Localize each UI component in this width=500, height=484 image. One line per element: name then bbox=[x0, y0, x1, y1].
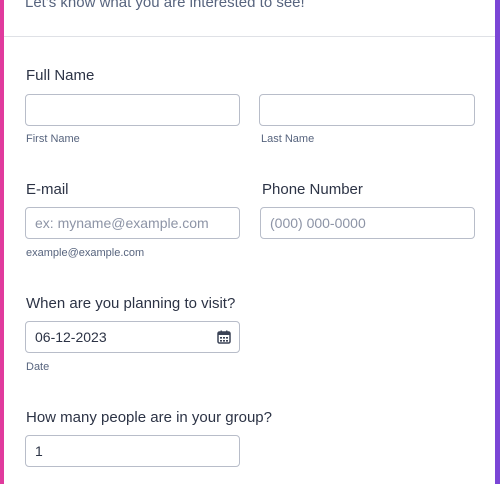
group-size-input[interactable] bbox=[25, 435, 240, 467]
form-subtitle: Let's know what you are interested to se… bbox=[25, 0, 305, 11]
right-accent-border bbox=[495, 0, 500, 484]
phone-label: Phone Number bbox=[262, 181, 363, 198]
email-label: E-mail bbox=[26, 181, 69, 198]
full-name-label: Full Name bbox=[26, 67, 95, 84]
email-sublabel: example@example.com bbox=[26, 247, 145, 259]
visit-date-label: When are you planning to visit? bbox=[26, 295, 236, 312]
first-name-input[interactable] bbox=[25, 94, 240, 126]
visit-date-value: 06-12-2023 bbox=[35, 329, 107, 345]
visit-date-sublabel: Date bbox=[26, 361, 50, 373]
email-field[interactable] bbox=[25, 207, 240, 239]
first-name-sublabel: First Name bbox=[26, 133, 80, 145]
header-divider bbox=[4, 36, 495, 37]
phone-field[interactable] bbox=[260, 207, 475, 239]
last-name-input[interactable] bbox=[259, 94, 475, 126]
calendar-icon[interactable] bbox=[217, 330, 231, 344]
group-size-label: How many people are in your group? bbox=[26, 409, 272, 426]
left-accent-border bbox=[0, 0, 4, 484]
visit-date-field[interactable]: 06-12-2023 bbox=[25, 321, 240, 353]
last-name-sublabel: Last Name bbox=[261, 133, 315, 145]
